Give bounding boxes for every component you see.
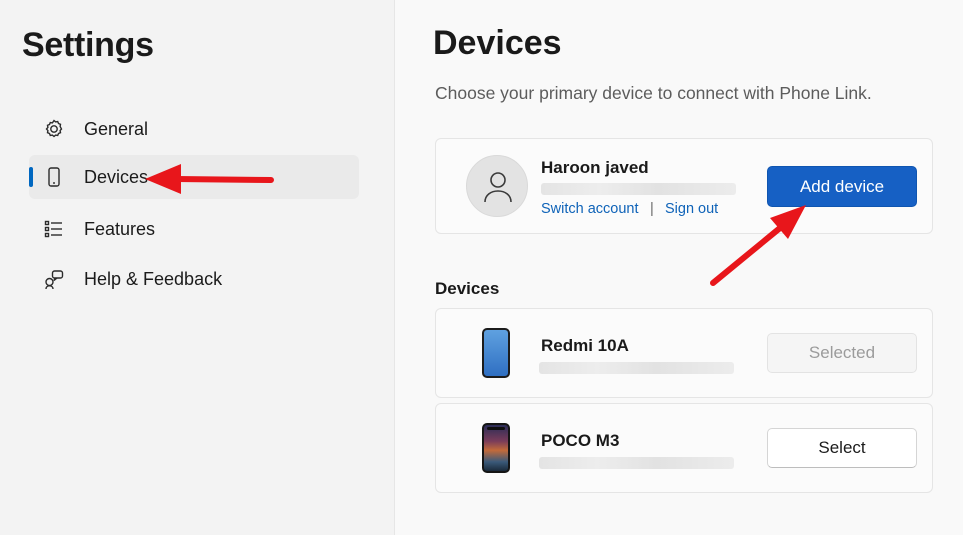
sidebar: Settings General Devices Features Help &… [0,0,395,535]
add-device-button[interactable]: Add device [767,166,917,207]
device-name: POCO M3 [541,431,620,450]
device-card-poco: POCO M3 Select [435,403,933,493]
sign-out-link[interactable]: Sign out [665,201,718,217]
redacted-device-info [539,362,734,374]
selected-button[interactable]: Selected [767,333,917,373]
account-card: Haroon javed Switch account | Sign out A… [435,138,933,234]
sidebar-item-devices[interactable]: Devices [29,155,359,199]
sidebar-item-help-feedback[interactable]: Help & Feedback [29,257,359,301]
sidebar-title: Settings [22,26,154,64]
device-name: Redmi 10A [541,336,629,355]
phone-icon [43,166,65,188]
avatar [466,155,528,217]
account-name: Haroon javed [541,158,649,177]
main-content: Devices Choose your primary device to co… [396,0,963,535]
sidebar-item-label: General [84,119,149,139]
redacted-email [541,183,736,195]
person-icon [484,172,512,203]
list-icon [43,218,65,240]
redacted-device-info [539,457,734,469]
phone-image [482,423,510,473]
sidebar-item-label: Devices [84,167,149,187]
link-separator: | [650,201,654,217]
select-button[interactable]: Select [767,428,917,468]
phone-image [482,328,510,378]
page-subtitle: Choose your primary device to connect wi… [435,83,872,103]
active-indicator [29,167,33,187]
gear-icon [43,118,65,140]
sidebar-item-features[interactable]: Features [29,207,359,251]
devices-section-header: Devices [435,279,500,298]
page-title: Devices [433,24,562,62]
device-card-redmi: Redmi 10A Selected [435,308,933,398]
sidebar-item-label: Features [84,219,156,239]
switch-account-link[interactable]: Switch account [541,201,639,217]
sidebar-item-label: Help & Feedback [84,269,223,289]
help-feedback-icon [43,268,65,290]
sidebar-item-general[interactable]: General [29,107,359,151]
